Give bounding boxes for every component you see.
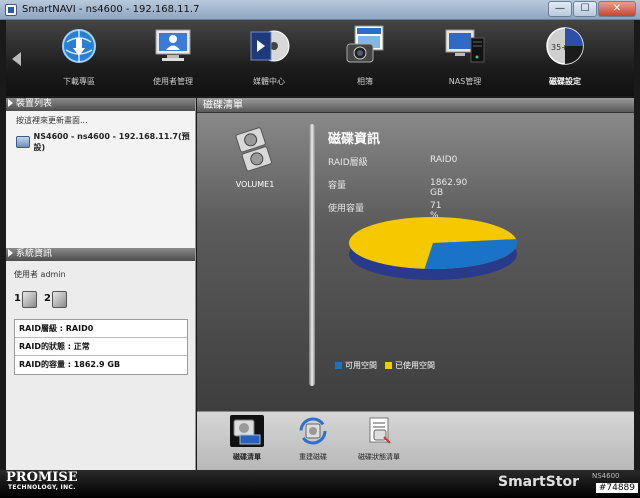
- expand-triangle-icon: [8, 249, 13, 257]
- expand-triangle-icon: [8, 99, 13, 107]
- disk-slots: 1 2: [14, 290, 195, 310]
- legend-used: 已使用空間: [385, 360, 435, 371]
- promise-logo: PROMISE: [6, 470, 78, 485]
- close-button[interactable]: ✕: [598, 1, 636, 17]
- raid-level-row: RAID層級 RAID0: [328, 147, 457, 170]
- watermark-tag: #74889: [595, 483, 638, 493]
- tool-disk-settings-label: 磁碟設定: [549, 77, 581, 86]
- album-camera-icon: [343, 24, 387, 68]
- system-info: 使用者 admin 1 2 RAID層級 : RAID0 RAID的狀態 : 正…: [6, 261, 195, 375]
- minimize-button[interactable]: —: [548, 1, 572, 17]
- legend-free-label: 可用空間: [345, 361, 377, 370]
- device-list: 按這裡來更新畫面... NS4600 - ns4600 - 192.168.11…: [6, 111, 195, 248]
- download-globe-icon: [57, 24, 101, 68]
- tool-disk-status[interactable]: 磁碟狀態清單: [347, 415, 411, 462]
- device-item-label: NS4600 - ns4600 - 192.168.11.7(預設): [33, 132, 190, 152]
- tool-disk-list[interactable]: 磁碟清單: [215, 415, 279, 462]
- tool-disk-status-label: 磁碟狀態清單: [358, 453, 400, 461]
- tool-disk-list-label: 磁碟清單: [233, 453, 261, 461]
- model-name: NS4600: [592, 472, 620, 480]
- tool-download-label: 下載專區: [63, 77, 95, 86]
- disk-tools-bar: 磁碟清單 重建磁碟 磁碟狀態清單: [197, 411, 634, 470]
- raid-level-label: RAID層級: [328, 158, 368, 168]
- refresh-hint-link[interactable]: 按這裡來更新畫面...: [16, 115, 195, 126]
- disk-info: 磁碟資訊 RAID層級 RAID0 容量 1862.90 GB 使用容量 71 …: [328, 128, 467, 221]
- usage-pie-chart: [349, 217, 518, 280]
- system-info-header[interactable]: 系統資訊: [6, 248, 195, 261]
- disk-status-icon: [362, 415, 396, 447]
- tool-media-center-label: 媒體中心: [253, 77, 285, 86]
- device-list-header[interactable]: 裝置列表: [6, 98, 195, 111]
- product-logo: SmartStor: [498, 474, 580, 490]
- disk-info-title: 磁碟資訊: [328, 132, 381, 147]
- disk-list-title: 磁碟清單: [197, 98, 634, 113]
- nas-monitor-icon: [443, 24, 487, 68]
- nav-back-arrow-icon[interactable]: [12, 52, 21, 66]
- disk-slot-number: 2: [44, 293, 51, 304]
- window-controls: — ☐ ✕: [548, 1, 636, 17]
- maximize-button[interactable]: ☐: [573, 1, 597, 17]
- tool-nas-management-label: NAS管理: [448, 77, 482, 86]
- capacity-row: 容量 1862.90 GB: [328, 170, 467, 198]
- rebuild-disk-icon: [296, 415, 330, 447]
- raid-level-value: RAID0: [430, 155, 458, 165]
- tool-nas-management[interactable]: NAS管理: [430, 24, 500, 87]
- left-panel: 裝置列表 按這裡來更新畫面... NS4600 - ns4600 - 192.1…: [6, 98, 196, 470]
- panel-divider: [309, 124, 315, 386]
- volume-label: VOLUME1: [235, 180, 275, 189]
- disk-list-icon: [230, 415, 264, 447]
- tool-album[interactable]: 相簿: [330, 24, 400, 87]
- nas-device-icon: [16, 136, 30, 148]
- capacity-value: 1862.90 GB: [430, 178, 468, 198]
- disk-slot-number: 1: [14, 293, 21, 304]
- device-item[interactable]: NS4600 - ns4600 - 192.168.11.7(預設): [16, 131, 195, 153]
- tool-album-label: 相簿: [357, 77, 373, 86]
- raid-capacity-row: RAID的容量 : 1862.9 GB: [19, 360, 121, 369]
- disk-list-panel: 磁碟清單 VOLUME1 磁碟資訊 RAID層級 RAID0 容量 1862.9…: [197, 98, 634, 411]
- tool-media-center[interactable]: 媒體中心: [234, 24, 304, 87]
- device-list-title: 裝置列表: [16, 99, 53, 109]
- raid-status-row: RAID的狀態 : 正常: [15, 338, 187, 356]
- disk-slot-1-icon[interactable]: 1: [14, 290, 38, 310]
- main-toolbar: 下載專區 使用者管理 媒體中心 相簿 NAS管理 35+ 磁碟設定: [6, 20, 634, 96]
- window-titlebar: SmartNAVI - ns4600 - 192.168.11.7 — ☐ ✕: [0, 0, 640, 20]
- raid-summary: RAID層級 : RAID0 RAID的狀態 : 正常 RAID的容量 : 18…: [14, 319, 188, 375]
- promise-logo-sub: TECHNOLOGY, INC.: [8, 484, 76, 491]
- disk-slot-2-icon[interactable]: 2: [44, 290, 68, 310]
- system-info-title: 系統資訊: [16, 249, 53, 259]
- tool-user-management-label: 使用者管理: [153, 77, 193, 86]
- tool-user-management[interactable]: 使用者管理: [138, 24, 208, 87]
- current-user: 使用者 admin: [14, 270, 66, 279]
- legend-free: 可用空間: [335, 360, 377, 371]
- legend-used-label: 已使用空間: [395, 361, 435, 370]
- window-title: SmartNAVI - ns4600 - 192.168.11.7: [22, 4, 200, 15]
- disk-pie-icon: 35+: [543, 24, 587, 68]
- footer: PROMISE TECHNOLOGY, INC. SmartStor NS460…: [0, 470, 640, 498]
- tool-rebuild-disk[interactable]: 重建磁碟: [281, 415, 345, 462]
- disk-pie-icon-text: 35+: [551, 43, 568, 52]
- media-disc-icon: [247, 24, 291, 68]
- hard-disk-stack-icon: [235, 126, 275, 174]
- raid-level-row: RAID層級 : RAID0: [15, 320, 187, 338]
- tool-download[interactable]: 下載專區: [44, 24, 114, 87]
- capacity-label: 容量: [328, 181, 347, 191]
- volume-item[interactable]: VOLUME1: [229, 126, 281, 189]
- pie-legend: 可用空間 已使用空間: [335, 360, 435, 371]
- user-monitor-icon: [151, 24, 195, 68]
- tool-disk-settings[interactable]: 35+ 磁碟設定: [530, 24, 600, 87]
- tool-rebuild-disk-label: 重建磁碟: [299, 453, 327, 461]
- app-icon: [5, 4, 17, 16]
